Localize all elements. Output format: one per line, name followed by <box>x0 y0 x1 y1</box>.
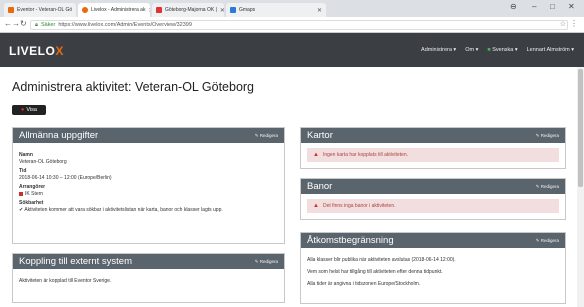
courses-alert: ▲ Det finns inga banor i aktiviteten. <box>307 199 559 213</box>
panel-title: Allmänna uppgifter <box>19 130 99 141</box>
field-label: Sökbarhet <box>19 200 44 206</box>
favicon-icon <box>156 7 162 13</box>
tab-label: Livelox - Administrera ak <box>91 7 146 13</box>
external-panel-header: Koppling till externt system ✎ Redigera <box>13 254 284 269</box>
access-panel: Åtkomstbegränsning ✎ Redigera Alla klass… <box>300 232 566 304</box>
browser-tab-bar: Eventor - Veteran-OL Gö ✕ Livelox - Admi… <box>0 0 584 17</box>
visibility-text: Aktiviteten kommer att vara sökbar i akt… <box>24 207 223 213</box>
close-icon[interactable]: ✕ <box>220 7 224 14</box>
alert-text: Ingen karta har kopplats till aktivitete… <box>322 152 408 158</box>
close-icon[interactable]: ✕ <box>75 7 76 14</box>
general-panel-header: Allmänna uppgifter ✎ Redigera <box>13 128 284 143</box>
edit-label: Redigera <box>259 258 278 264</box>
external-text: Aktiviteten är kopplad till Eventor Sver… <box>19 278 112 284</box>
edit-link[interactable]: ✎ Redigera <box>536 133 559 139</box>
tab-label: Eventor - Veteran-OL Gö <box>17 7 73 13</box>
nav-language-label: Svenska ▾ <box>492 47 518 53</box>
favicon-icon <box>8 7 14 13</box>
panel-title: Koppling till externt system <box>19 256 132 267</box>
show-button-label: Visa <box>26 107 37 113</box>
browser-tab[interactable]: Eventor - Veteran-OL Gö ✕ <box>4 3 76 17</box>
field-value: 2018-06-14 10:30 – 12:00 (Europe/Berlin) <box>19 175 112 181</box>
favicon-icon <box>82 7 88 13</box>
access-panel-header: Åtkomstbegränsning ✎ Redigera <box>301 233 565 248</box>
minimize-icon[interactable]: – <box>532 2 536 11</box>
scrollbar-thumb[interactable] <box>578 69 583 187</box>
visibility-value: ✔ Aktiviteten kommer att vara sökbar i a… <box>19 207 278 213</box>
maps-panel: Kartor ✎ Redigera ▲ Ingen karta har kopp… <box>300 127 566 169</box>
panel-title: Åtkomstbegränsning <box>307 235 394 246</box>
panel-title: Banor <box>307 181 333 192</box>
access-line: Alla klasser blir publika när aktivitete… <box>307 257 456 263</box>
courses-panel: Banor ✎ Redigera ▲ Det finns inga banor … <box>300 178 566 220</box>
warning-icon: ▲ <box>313 203 319 209</box>
close-icon[interactable]: ✕ <box>148 7 150 14</box>
eye-icon: ● <box>21 107 25 113</box>
courses-panel-header: Banor ✎ Redigera <box>301 179 565 194</box>
tab-label: Gmaps <box>239 7 256 13</box>
field-label: Tid <box>19 168 27 174</box>
warning-icon: ▲ <box>313 152 319 158</box>
edit-label: Redigera <box>259 132 278 138</box>
page-title: Administrera aktivitet: Veteran-OL Göteb… <box>12 80 255 94</box>
menu-icon[interactable]: ⋮ <box>570 19 578 28</box>
app-navbar: LIVELOX Administrera ▾ Om ▾ ■ Svenska ▾ … <box>0 33 584 67</box>
field-label: Namn <box>19 152 33 158</box>
edit-label: Redigera <box>540 237 559 243</box>
window-close-icon[interactable]: ✕ <box>568 2 575 11</box>
secure-label: Säker <box>40 22 56 28</box>
back-icon[interactable]: ← <box>4 19 12 28</box>
maximize-icon[interactable]: □ <box>550 2 555 11</box>
club-icon <box>19 191 23 196</box>
nav-language[interactable]: ■ Svenska ▾ <box>487 47 517 53</box>
maps-alert: ▲ Ingen karta har kopplats till aktivite… <box>307 148 559 162</box>
favicon-icon <box>230 7 236 13</box>
field-label: Arrangörer <box>19 184 46 190</box>
bookmark-star-icon[interactable]: ☆ <box>560 20 566 28</box>
page-scrollbar[interactable] <box>577 67 584 307</box>
url-text: https://www.livelox.com/Admin/Events/Ove… <box>58 22 192 28</box>
nav-user[interactable]: Lennart Almström ▾ <box>527 47 574 53</box>
account-icon[interactable]: ⊖ <box>510 2 517 11</box>
close-icon[interactable]: ✕ <box>317 7 322 14</box>
address-bar: ← → ↻ 🔒︎ Säker https://www.livelox.com/A… <box>0 17 584 33</box>
organiser-value: IK Stern <box>19 191 278 197</box>
browser-tab[interactable]: Göteborg-Majorna OK | ✕ <box>152 3 224 17</box>
field-value: Veteran-OL Göteborg <box>19 159 67 165</box>
edit-label: Redigera <box>540 132 559 138</box>
lock-icon: 🔒︎ <box>35 21 38 28</box>
organiser-name: IK Stern <box>25 191 44 197</box>
access-line: Alla tider är angivna i tidszonen Europe… <box>307 281 421 287</box>
edit-link[interactable]: ✎ Redigera <box>255 259 278 265</box>
general-panel: Allmänna uppgifter ✎ Redigera Namn Veter… <box>12 127 285 244</box>
browser-tab[interactable]: Gmaps ✕ <box>226 3 326 17</box>
livelox-logo[interactable]: LIVELOX <box>9 44 64 58</box>
maps-panel-header: Kartor ✎ Redigera <box>301 128 565 143</box>
show-button[interactable]: ● Visa <box>12 105 46 115</box>
nav-administrera[interactable]: Administrera ▾ <box>421 47 456 53</box>
access-line: Vem som helst har tillgång till aktivite… <box>307 269 443 275</box>
alert-text: Det finns inga banor i aktiviteten. <box>322 203 396 209</box>
reload-icon[interactable]: ↻ <box>20 19 27 28</box>
browser-tab-active[interactable]: Livelox - Administrera ak ✕ <box>78 3 150 17</box>
edit-link[interactable]: ✎ Redigera <box>536 184 559 190</box>
forward-icon[interactable]: → <box>12 19 20 28</box>
edit-label: Redigera <box>540 183 559 189</box>
nav-links: Administrera ▾ Om ▾ ■ Svenska ▾ Lennart … <box>421 47 574 53</box>
edit-link[interactable]: ✎ Redigera <box>536 238 559 244</box>
panel-title: Kartor <box>307 130 333 141</box>
tab-label: Göteborg-Majorna OK | <box>165 7 217 13</box>
nav-om[interactable]: Om ▾ <box>465 47 478 53</box>
edit-link[interactable]: ✎ Redigera <box>255 133 278 139</box>
url-input[interactable]: 🔒︎ Säker https://www.livelox.com/Admin/E… <box>30 20 568 30</box>
external-panel: Koppling till externt system ✎ Redigera … <box>12 253 285 303</box>
